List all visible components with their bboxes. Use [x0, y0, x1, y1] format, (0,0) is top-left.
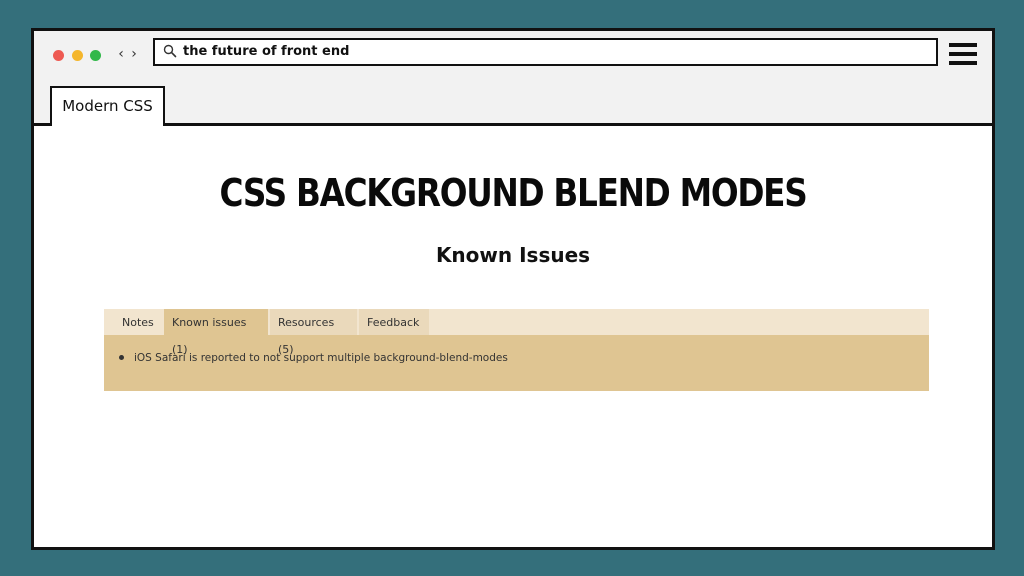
caniuse-panel: Notes Known issues (1) Resources (5) Fee… [104, 309, 929, 391]
address-bar[interactable]: the future of front end [153, 38, 938, 66]
maximize-window-icon[interactable] [90, 50, 101, 61]
back-arrow-icon[interactable]: ‹ [114, 45, 128, 63]
bullet-icon [119, 355, 124, 360]
hamburger-menu-icon[interactable] [949, 43, 977, 65]
browser-window: ‹ › the future of front end Modern CSS C… [31, 28, 995, 550]
panel-tabstrip: Notes Known issues (1) Resources (5) Fee… [104, 309, 929, 356]
address-text: the future of front end [183, 44, 350, 59]
list-item: iOS Safari is reported to not support mu… [119, 352, 508, 364]
minimize-window-icon[interactable] [72, 50, 83, 61]
tab-divider-cover [52, 122, 163, 126]
browser-tab[interactable]: Modern CSS [50, 86, 165, 123]
issue-text: iOS Safari is reported to not support mu… [134, 352, 508, 364]
browser-chrome: ‹ › the future of front end [34, 31, 992, 126]
tab-feedback[interactable]: Feedback [359, 309, 429, 335]
search-icon [163, 44, 177, 58]
tab-known-issues[interactable]: Known issues (1) [164, 309, 268, 356]
tab-resources[interactable]: Resources (5) [270, 309, 357, 356]
close-window-icon[interactable] [53, 50, 64, 61]
forward-arrow-icon[interactable]: › [127, 45, 141, 63]
page-subtitle: Known Issues [435, 243, 591, 267]
tab-notes[interactable]: Notes [114, 309, 162, 335]
page-title: CSS BACKGROUND BLEND MODES [219, 171, 808, 215]
